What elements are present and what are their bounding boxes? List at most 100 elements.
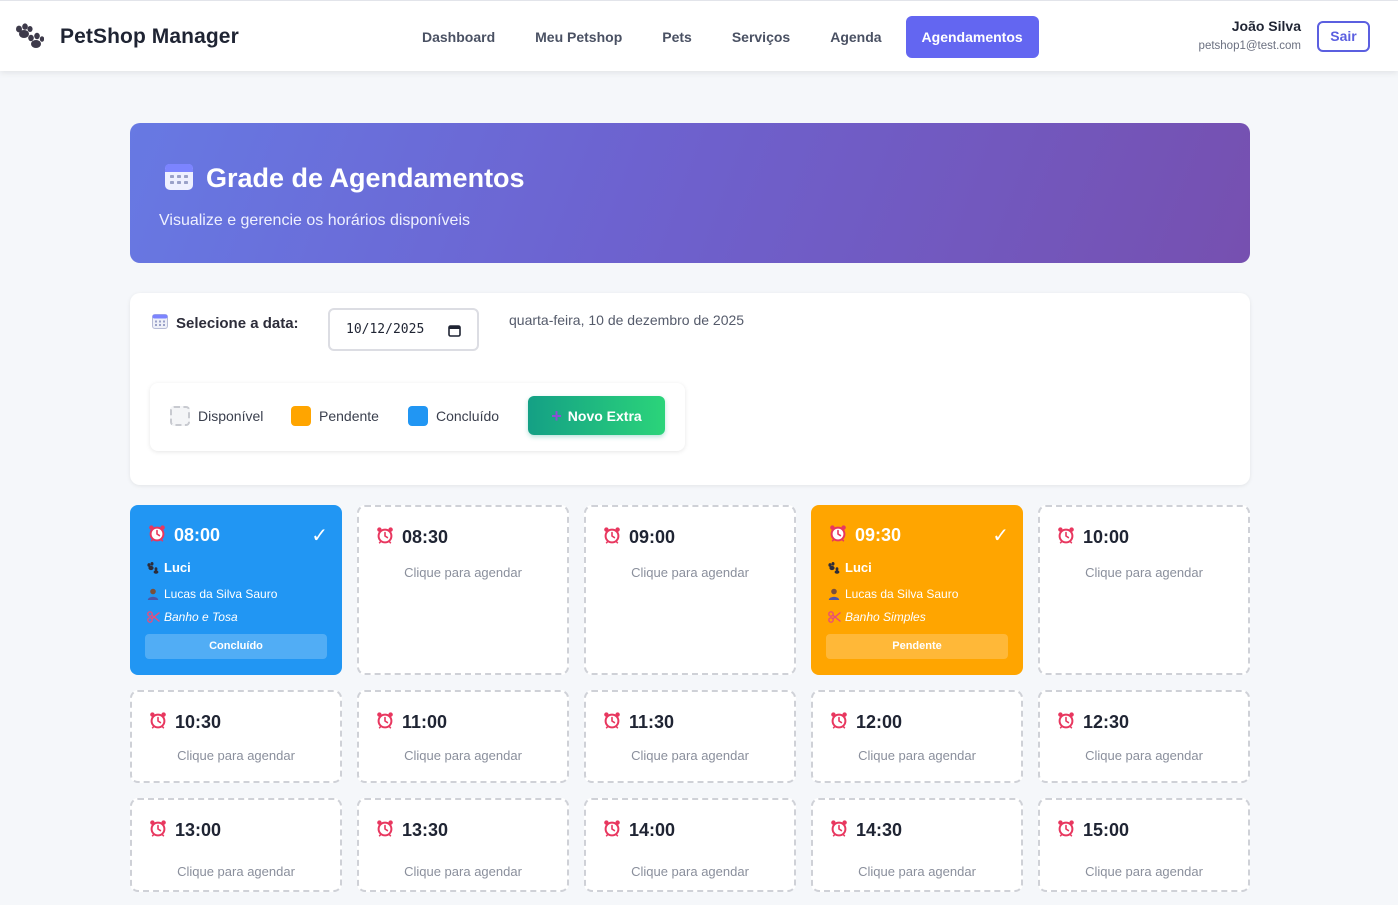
slot-time: 11:00 xyxy=(402,712,448,732)
nav-links: Dashboard Meu Petshop Pets Serviços Agen… xyxy=(402,16,1039,58)
alarm-clock-icon xyxy=(1057,819,1075,842)
nav-link-agendamentos[interactable]: Agendamentos xyxy=(905,16,1039,58)
legend-pending: Pendente xyxy=(291,406,379,426)
time-slot[interactable]: 11:30 Clique para agendar xyxy=(584,690,796,783)
time-slot[interactable]: 10:00 Clique para agendar xyxy=(1038,505,1250,675)
slot-time: 15:00 xyxy=(1083,820,1130,840)
nav-link-pets[interactable]: Pets xyxy=(642,16,712,58)
owner-name: Lucas da Silva Sauro xyxy=(845,587,959,601)
plus-icon: + xyxy=(551,405,562,426)
slot-time: 11:30 xyxy=(629,712,675,732)
slot-time: 09:30 xyxy=(855,525,902,545)
alarm-clock-icon xyxy=(376,819,394,842)
slot-pet: Luci xyxy=(827,560,872,575)
pending-swatch xyxy=(291,406,311,426)
user-name: João Silva xyxy=(1231,18,1301,34)
date-input-value: 10/12/2025 xyxy=(346,322,425,337)
slot-hint: Clique para agendar xyxy=(631,748,749,763)
slot-status-badge: Pendente xyxy=(826,634,1008,659)
user-email: petshop1@test.com xyxy=(1198,40,1301,52)
brand[interactable]: PetShop Manager xyxy=(14,23,239,51)
slot-hint: Clique para agendar xyxy=(404,864,522,879)
scissors-icon xyxy=(146,611,160,623)
paw-icon xyxy=(146,561,160,574)
time-slot[interactable]: 15:00 Clique para agendar xyxy=(1038,798,1250,892)
alarm-clock-icon xyxy=(603,526,621,549)
time-slot-done[interactable]: 08:00 ✓ Luci Lucas da Silva Sauro Banho … xyxy=(130,505,342,675)
slot-status-badge: Concluído xyxy=(145,634,327,659)
time-slot[interactable]: 13:00 Clique para agendar xyxy=(130,798,342,892)
alarm-clock-icon xyxy=(148,524,166,547)
done-swatch xyxy=(408,406,428,426)
legend-done-label: Concluído xyxy=(436,408,500,424)
slot-time: 12:00 xyxy=(856,712,903,732)
slot-hint: Clique para agendar xyxy=(404,748,522,763)
slot-hint: Clique para agendar xyxy=(858,864,976,879)
time-slot[interactable]: 14:00 Clique para agendar xyxy=(584,798,796,892)
slot-hint: Clique para agendar xyxy=(177,864,295,879)
slot-hint: Clique para agendar xyxy=(631,565,749,580)
time-slot-pending[interactable]: 09:30 ✓ Luci Lucas da Silva Sauro Banho … xyxy=(811,505,1023,675)
slot-owner: Lucas da Silva Sauro xyxy=(146,587,277,601)
slot-hint: Clique para agendar xyxy=(1085,565,1203,580)
slot-hint: Clique para agendar xyxy=(858,748,976,763)
time-slot[interactable]: 12:30 Clique para agendar xyxy=(1038,690,1250,783)
logout-button[interactable]: Sair xyxy=(1317,21,1370,52)
top-navbar: PetShop Manager Dashboard Meu Petshop Pe… xyxy=(0,0,1398,71)
alarm-clock-icon xyxy=(603,819,621,842)
alarm-clock-icon xyxy=(149,711,167,734)
selected-date-text: quarta-feira, 10 de dezembro de 2025 xyxy=(509,312,745,328)
scissors-icon xyxy=(827,611,841,623)
nav-link-agenda[interactable]: Agenda xyxy=(810,16,901,58)
legend-available: Disponível xyxy=(170,406,263,426)
service-name: Banho Simples xyxy=(845,610,926,624)
slot-time: 14:00 xyxy=(629,820,676,840)
check-icon: ✓ xyxy=(992,525,1009,547)
alarm-clock-icon xyxy=(829,524,847,547)
slot-time: 10:30 xyxy=(175,712,222,732)
alarm-clock-icon xyxy=(376,526,394,549)
nav-link-meu-petshop[interactable]: Meu Petshop xyxy=(515,16,642,58)
slot-time: 10:00 xyxy=(1083,527,1130,547)
time-slot[interactable]: 10:30 Clique para agendar xyxy=(130,690,342,783)
page-title: Grade de Agendamentos xyxy=(206,163,525,193)
time-slot[interactable]: 13:30 Clique para agendar xyxy=(357,798,569,892)
alarm-clock-icon xyxy=(1057,526,1075,549)
calendar-icon xyxy=(164,161,194,196)
paw-icon xyxy=(827,561,841,574)
brand-title: PetShop Manager xyxy=(60,25,239,48)
pet-name: Luci xyxy=(164,560,191,575)
slot-time: 13:00 xyxy=(175,820,222,840)
alarm-clock-icon xyxy=(1057,711,1075,734)
slot-time: 08:00 xyxy=(174,525,221,545)
paw-icon xyxy=(14,23,45,51)
legend-pending-label: Pendente xyxy=(319,408,379,424)
nav-link-servicos[interactable]: Serviços xyxy=(712,16,810,58)
person-icon xyxy=(827,588,841,600)
alarm-clock-icon xyxy=(149,819,167,842)
slot-time: 08:30 xyxy=(402,527,449,547)
time-slot[interactable]: 09:00 Clique para agendar xyxy=(584,505,796,675)
new-extra-button[interactable]: + Novo Extra xyxy=(528,396,665,435)
available-swatch xyxy=(170,406,190,426)
slot-hint: Clique para agendar xyxy=(1085,748,1203,763)
nav-link-dashboard[interactable]: Dashboard xyxy=(402,16,515,58)
slot-time: 13:30 xyxy=(402,820,449,840)
time-slot[interactable]: 12:00 Clique para agendar xyxy=(811,690,1023,783)
user-info: João Silva petshop1@test.com xyxy=(1199,18,1301,52)
service-name: Banho e Tosa xyxy=(164,610,238,624)
page-subtitle: Visualize e gerencie os horários disponí… xyxy=(159,212,470,229)
slot-hint: Clique para agendar xyxy=(404,565,522,580)
slot-hint: Clique para agendar xyxy=(631,864,749,879)
date-input[interactable]: 10/12/2025 xyxy=(328,308,479,351)
slot-owner: Lucas da Silva Sauro xyxy=(827,587,958,601)
slot-hint: Clique para agendar xyxy=(177,748,295,763)
calendar-picker-icon[interactable] xyxy=(448,324,461,341)
slot-hint: Clique para agendar xyxy=(1085,864,1203,879)
legend-done: Concluído xyxy=(408,406,499,426)
time-slot[interactable]: 14:30 Clique para agendar xyxy=(811,798,1023,892)
slot-pet: Luci xyxy=(146,560,191,575)
slot-time: 12:30 xyxy=(1083,712,1130,732)
time-slot[interactable]: 11:00 Clique para agendar xyxy=(357,690,569,783)
time-slot[interactable]: 08:30 Clique para agendar xyxy=(357,505,569,675)
